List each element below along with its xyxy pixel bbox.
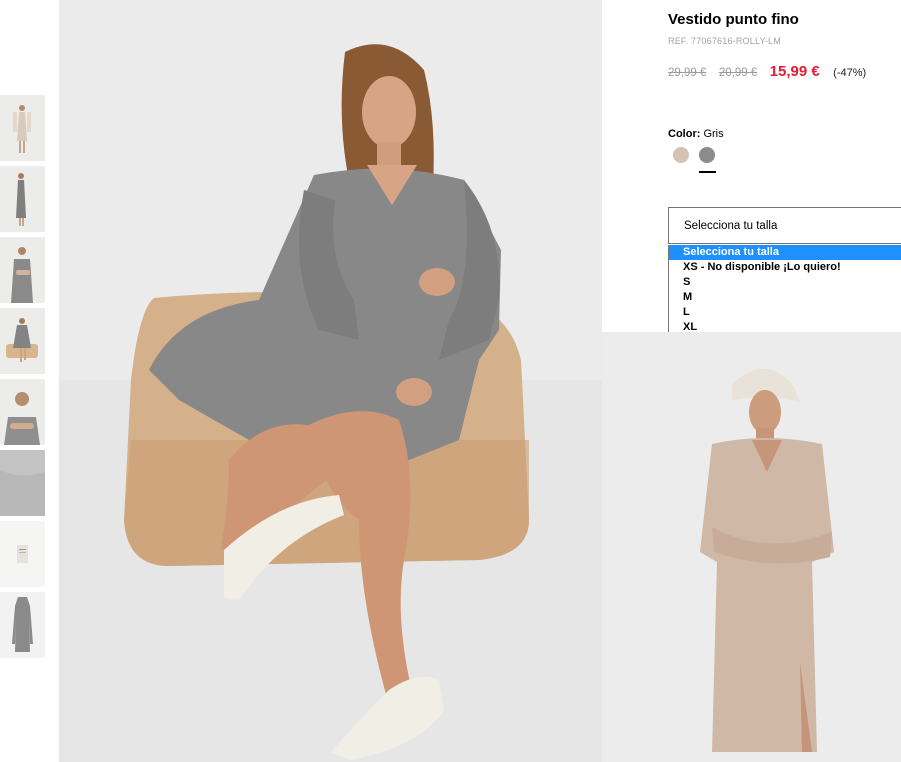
- color-label-title: Color:: [668, 128, 701, 140]
- product-reference: REF. 77067616-ROLLY-LM: [668, 36, 781, 46]
- color-label: Color: Gris: [668, 128, 724, 140]
- price-original: 29,99 €: [668, 67, 707, 79]
- size-option-placeholder[interactable]: Selecciona tu talla: [669, 245, 901, 260]
- selected-swatch-indicator: [699, 171, 716, 173]
- price-current: 15,99 €: [769, 63, 820, 80]
- thumbnail-7-label[interactable]: [0, 521, 45, 587]
- thumbnail-6-fabric[interactable]: [0, 450, 45, 516]
- thumbnail-2[interactable]: [0, 166, 45, 232]
- main-product-image[interactable]: [59, 0, 602, 762]
- thumbnail-1[interactable]: [0, 95, 45, 161]
- thumbnail-3[interactable]: [0, 237, 45, 303]
- size-dropdown-list: Selecciona tu talla XS - No disponible ¡…: [668, 245, 901, 333]
- size-select[interactable]: Selecciona tu talla: [668, 207, 901, 244]
- color-swatch-gris[interactable]: [699, 147, 715, 163]
- size-option-l[interactable]: L: [669, 305, 901, 320]
- discount-badge: (-47%): [833, 67, 867, 79]
- price-block: 29,99 € 20,99 € 15,99 € (-47%): [668, 63, 866, 81]
- color-swatch-beige[interactable]: [673, 147, 689, 163]
- size-option-m[interactable]: M: [669, 290, 901, 305]
- size-option-s[interactable]: S: [669, 275, 901, 290]
- thumbnail-5[interactable]: [0, 379, 45, 445]
- size-option-xs[interactable]: XS - No disponible ¡Lo quiero!: [669, 260, 901, 275]
- color-selected-name: Gris: [703, 128, 724, 140]
- product-title: Vestido punto fino: [668, 11, 799, 28]
- price-previous: 20,99 €: [718, 67, 758, 79]
- thumbnail-8-flat[interactable]: [0, 592, 45, 658]
- thumbnail-4[interactable]: [0, 308, 45, 374]
- secondary-product-image[interactable]: [602, 332, 901, 762]
